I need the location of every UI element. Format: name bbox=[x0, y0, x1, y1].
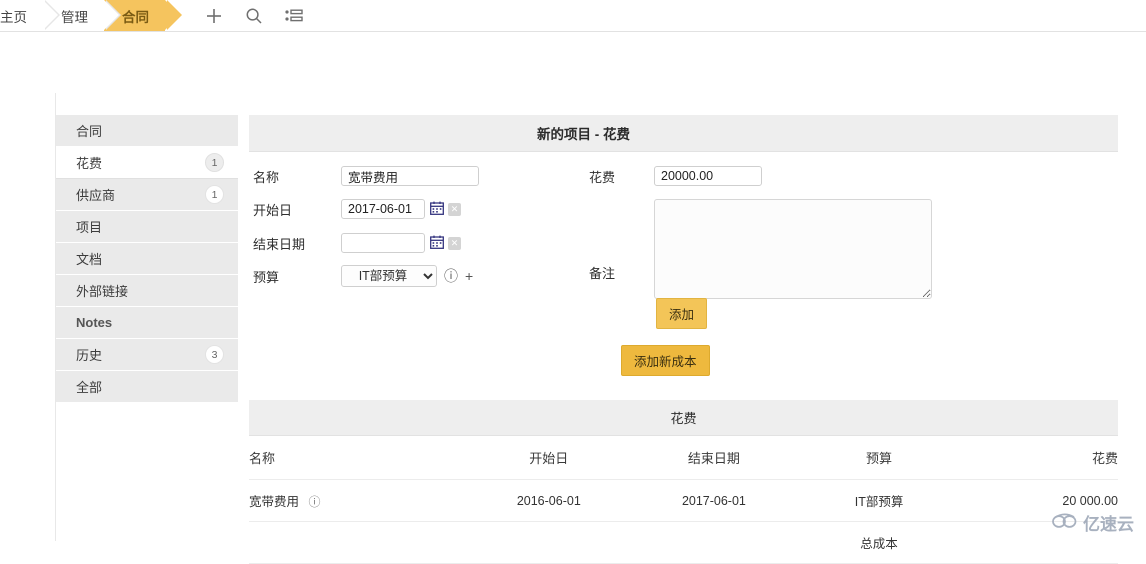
sidebar-item-badge: 1 bbox=[205, 153, 224, 172]
calendar-icon[interactable] bbox=[430, 201, 444, 218]
sidebar-item-external-link[interactable]: 外部链接 bbox=[56, 275, 238, 307]
page-content: 合同 花费 1 供应商 1 项目 文档 外部链接 Notes 历史 3 全部 新… bbox=[0, 93, 1146, 564]
clear-icon[interactable]: ✕ bbox=[448, 202, 461, 216]
column-header-end: 结束日期 bbox=[631, 436, 797, 480]
breadcrumb-label: 管理 bbox=[61, 9, 88, 25]
field-cost-label: 花费 bbox=[589, 169, 616, 185]
sidebar-item-project[interactable]: 项目 bbox=[56, 211, 238, 243]
sidebar-item-document[interactable]: 文档 bbox=[56, 243, 238, 275]
column-header-cost: 花费 bbox=[961, 436, 1118, 480]
cell-cost: 20 000.00 bbox=[961, 479, 1118, 522]
form-panel-title-text: 新的项目 - 花费 bbox=[537, 127, 630, 142]
sidebar-item-badge: 1 bbox=[205, 185, 224, 204]
breadcrumb-item-home[interactable]: 主页 bbox=[0, 0, 60, 31]
total-label: 总成本 bbox=[796, 521, 962, 564]
table-header-row: 名称 开始日 结束日期 预算 花费 bbox=[249, 436, 1118, 480]
page-header: ⟨⟨ ⟨ 清单 合同 - 宽带合同 1/1 ⟩ ⟩⟩ bbox=[0, 32, 1146, 121]
sidebar-item-label: 历史 bbox=[76, 348, 103, 363]
add-button[interactable]: 添加 bbox=[656, 298, 708, 329]
sidebar-item-label: 文档 bbox=[76, 252, 103, 267]
sidebar-item-label: 合同 bbox=[76, 124, 103, 139]
sidebar-item-badge: 3 bbox=[205, 345, 224, 364]
cost-table: 名称 开始日 结束日期 预算 花费 宽带费用 ⓘ 2016-06-01 2017… bbox=[249, 436, 1118, 564]
sidebar-item-cost[interactable]: 花费 1 bbox=[56, 147, 238, 179]
top-toolbar: 主页 管理 合同 bbox=[0, 0, 1146, 32]
cost-table-section: 花费 名称 开始日 结束日期 预算 花费 宽带费用 ⓘ 2016-06-01 2… bbox=[249, 400, 1118, 564]
sidebar-item-label: 外部链接 bbox=[76, 284, 129, 299]
budget-select[interactable]: IT部预算 bbox=[341, 265, 437, 287]
field-name-label: 名称 bbox=[253, 169, 280, 185]
info-icon[interactable]: ⓘ bbox=[309, 493, 321, 510]
field-cost: 花费 bbox=[589, 166, 762, 186]
breadcrumb-arrow bbox=[104, 0, 119, 30]
total-spacer-3 bbox=[631, 521, 797, 564]
sidebar-item-supplier[interactable]: 供应商 1 bbox=[56, 179, 238, 211]
plus-icon[interactable] bbox=[203, 5, 225, 27]
cell-name: 宽带费用 ⓘ bbox=[249, 479, 467, 522]
search-icon[interactable] bbox=[243, 5, 265, 27]
sidebar-item-label: 全部 bbox=[76, 380, 103, 395]
add-new-cost-button[interactable]: 添加新成本 bbox=[621, 345, 710, 376]
cell-budget: IT部预算 bbox=[796, 479, 962, 522]
cost-table-title: 花费 bbox=[249, 400, 1118, 436]
sidebar-item-all[interactable]: 全部 bbox=[56, 371, 238, 403]
sidebar-item-contract[interactable]: 合同 bbox=[56, 115, 238, 147]
plus-icon[interactable]: + bbox=[465, 269, 473, 283]
field-name: 名称 bbox=[253, 166, 479, 186]
field-end-date-label: 结束日期 bbox=[253, 236, 306, 252]
sidebar-item-label: 项目 bbox=[76, 220, 103, 235]
field-start-date-label: 开始日 bbox=[253, 202, 293, 218]
cell-end: 2017-06-01 bbox=[631, 479, 797, 522]
form-panel-title: 新的项目 - 花费 bbox=[249, 115, 1118, 152]
cell-start: 2016-06-01 bbox=[466, 479, 632, 522]
field-end-date: 结束日期 ✕ bbox=[253, 233, 461, 253]
sidebar-item-history[interactable]: 历史 3 bbox=[56, 339, 238, 371]
breadcrumb-label: 主页 bbox=[0, 9, 27, 25]
left-gutter bbox=[0, 93, 55, 541]
breadcrumb-arrow bbox=[165, 0, 180, 30]
field-budget: 预算 IT部预算 ⓘ + bbox=[253, 265, 473, 287]
sidebar-item-label: 花费 bbox=[76, 156, 103, 171]
start-date-input[interactable] bbox=[341, 199, 425, 219]
breadcrumb: 主页 管理 合同 bbox=[0, 0, 182, 31]
name-input[interactable] bbox=[341, 166, 479, 186]
total-spacer-2 bbox=[466, 521, 632, 564]
sidebar-item-notes[interactable]: Notes bbox=[56, 307, 238, 339]
column-header-name: 名称 bbox=[249, 436, 467, 480]
total-spacer-1 bbox=[249, 521, 467, 564]
clear-icon[interactable]: ✕ bbox=[448, 236, 461, 250]
new-cost-button-wrap: 添加新成本 bbox=[621, 345, 710, 376]
breadcrumb-arrow bbox=[43, 0, 58, 30]
breadcrumb-label: 合同 bbox=[122, 9, 149, 25]
main-panel: 新的项目 - 花费 名称 花费 开始日 ✕ bbox=[238, 93, 1146, 564]
total-value bbox=[961, 521, 1118, 564]
note-textarea[interactable] bbox=[654, 199, 932, 299]
toolbar-actions bbox=[203, 0, 305, 31]
info-icon[interactable]: ⓘ bbox=[444, 269, 458, 283]
calendar-icon[interactable] bbox=[430, 235, 444, 252]
table-row[interactable]: 宽带费用 ⓘ 2016-06-01 2017-06-01 IT部预算 20 00… bbox=[249, 479, 1118, 522]
table-total-row: 总成本 bbox=[249, 521, 1118, 564]
field-budget-label: 预算 bbox=[253, 269, 280, 285]
field-note-label: 备注 bbox=[589, 265, 616, 281]
field-start-date: 开始日 ✕ bbox=[253, 199, 461, 219]
sidebar-item-label: 供应商 bbox=[76, 188, 116, 203]
cell-name-text: 宽带费用 bbox=[249, 495, 300, 509]
sidebar-item-label: Notes bbox=[76, 315, 113, 330]
add-button-wrap: 添加 bbox=[656, 298, 708, 329]
end-date-input[interactable] bbox=[341, 233, 425, 253]
field-note: 备注 bbox=[589, 199, 932, 299]
column-header-budget: 预算 bbox=[796, 436, 962, 480]
column-header-start: 开始日 bbox=[466, 436, 632, 480]
list-icon[interactable] bbox=[283, 5, 305, 27]
sidebar: 合同 花费 1 供应商 1 项目 文档 外部链接 Notes 历史 3 全部 bbox=[55, 93, 238, 541]
cost-input[interactable] bbox=[654, 166, 762, 186]
